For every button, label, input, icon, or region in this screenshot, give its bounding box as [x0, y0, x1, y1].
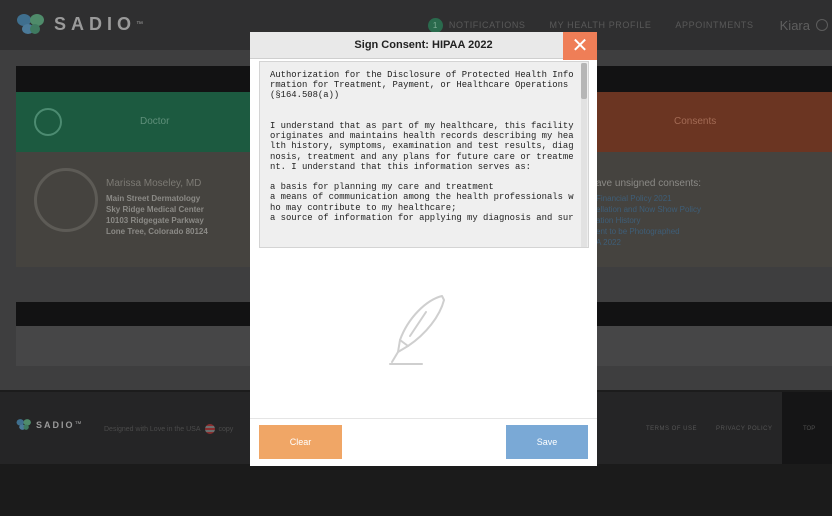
consent-link[interactable]: ent to be Photographed [596, 227, 680, 236]
modal-header: Sign Consent: HIPAA 2022 [250, 32, 597, 59]
signature-pad[interactable] [250, 252, 597, 418]
doctor-practice: Main Street Dermatology [106, 194, 201, 203]
modal-title: Sign Consent: HIPAA 2022 [354, 39, 493, 51]
notification-count-badge: 1 [427, 17, 443, 33]
scrollbar-thumb[interactable] [581, 63, 587, 99]
doctor-name: Marissa Moseley, MD [106, 178, 202, 189]
clear-button[interactable]: Clear [259, 425, 342, 459]
footer-designed-note: Designed with Love in the USA copy [104, 424, 233, 434]
sadio-logo-icon [16, 419, 31, 430]
pen-icon [389, 295, 445, 365]
sign-consent-modal: Sign Consent: HIPAA 2022 ✕ Authorization… [250, 32, 597, 466]
consents-card-header: Consents [596, 92, 832, 152]
consent-text: Authorization for the Disclosure of Prot… [270, 70, 574, 223]
doctor-city: Lone Tree, Colorado 80124 [106, 227, 208, 236]
close-icon: ✕ [571, 35, 589, 57]
user-icon[interactable] [816, 19, 828, 31]
stethoscope-icon [34, 108, 62, 136]
sadio-logo[interactable]: SADIO ™ [16, 12, 143, 36]
sadio-logo-icon [17, 14, 44, 34]
page-bottom [0, 464, 832, 516]
terms-of-use-link[interactable]: TERMS OF USE [646, 426, 697, 432]
brand-trademark: ™ [136, 20, 144, 28]
consent-link[interactable]: ellation and Now Show Policy [596, 205, 701, 214]
footer-brand-name: SADIO [36, 419, 75, 430]
consent-link[interactable]: Financial Policy 2021 [596, 194, 672, 203]
usa-flag-icon [204, 424, 215, 434]
save-button[interactable]: Save [506, 425, 588, 459]
footer-designed-text: Designed with Love in the USA [104, 425, 201, 433]
doctor-street: 10103 Ridgegate Parkway [106, 216, 204, 225]
brand-name: SADIO [54, 13, 137, 34]
back-to-top-button[interactable]: TOP [782, 392, 832, 464]
nav-notifications[interactable]: 1 NOTIFICATIONS [427, 17, 526, 33]
close-button[interactable]: ✕ [563, 32, 597, 60]
privacy-policy-link[interactable]: PRIVACY POLICY [716, 426, 772, 432]
unsigned-consents-title: ave unsigned consents: [596, 178, 702, 189]
consents-card-body: ave unsigned consents: Financial Policy … [596, 152, 832, 267]
doctor-card-header: Doctor [16, 92, 286, 152]
nav-health-profile[interactable]: MY HEALTH PROFILE [550, 20, 652, 30]
consent-link[interactable]: ation History [596, 216, 640, 225]
footer-copyright: copy [218, 425, 234, 433]
footer-brand-trademark: ™ [74, 421, 82, 428]
nav-notifications-label: NOTIFICATIONS [448, 20, 526, 30]
back-to-top-label: TOP [803, 426, 816, 432]
consent-link[interactable]: A 2022 [596, 238, 621, 247]
avatar-icon [34, 168, 98, 232]
nav-user-name[interactable]: Kiara [780, 18, 810, 33]
nav-appointments[interactable]: APPOINTMENTS [675, 20, 753, 30]
doctor-card-body: Marissa Moseley, MD Main Street Dermatol… [16, 152, 286, 267]
consent-text-scroll-area[interactable]: Authorization for the Disclosure of Prot… [259, 61, 589, 248]
consents-card-label: Consents [674, 116, 717, 127]
doctor-card-label: Doctor [140, 116, 170, 127]
footer-logo[interactable]: SADIO ™ [16, 418, 82, 431]
modal-footer: Clear Save [250, 418, 597, 466]
doctor-center: Sky Ridge Medical Center [106, 205, 204, 214]
